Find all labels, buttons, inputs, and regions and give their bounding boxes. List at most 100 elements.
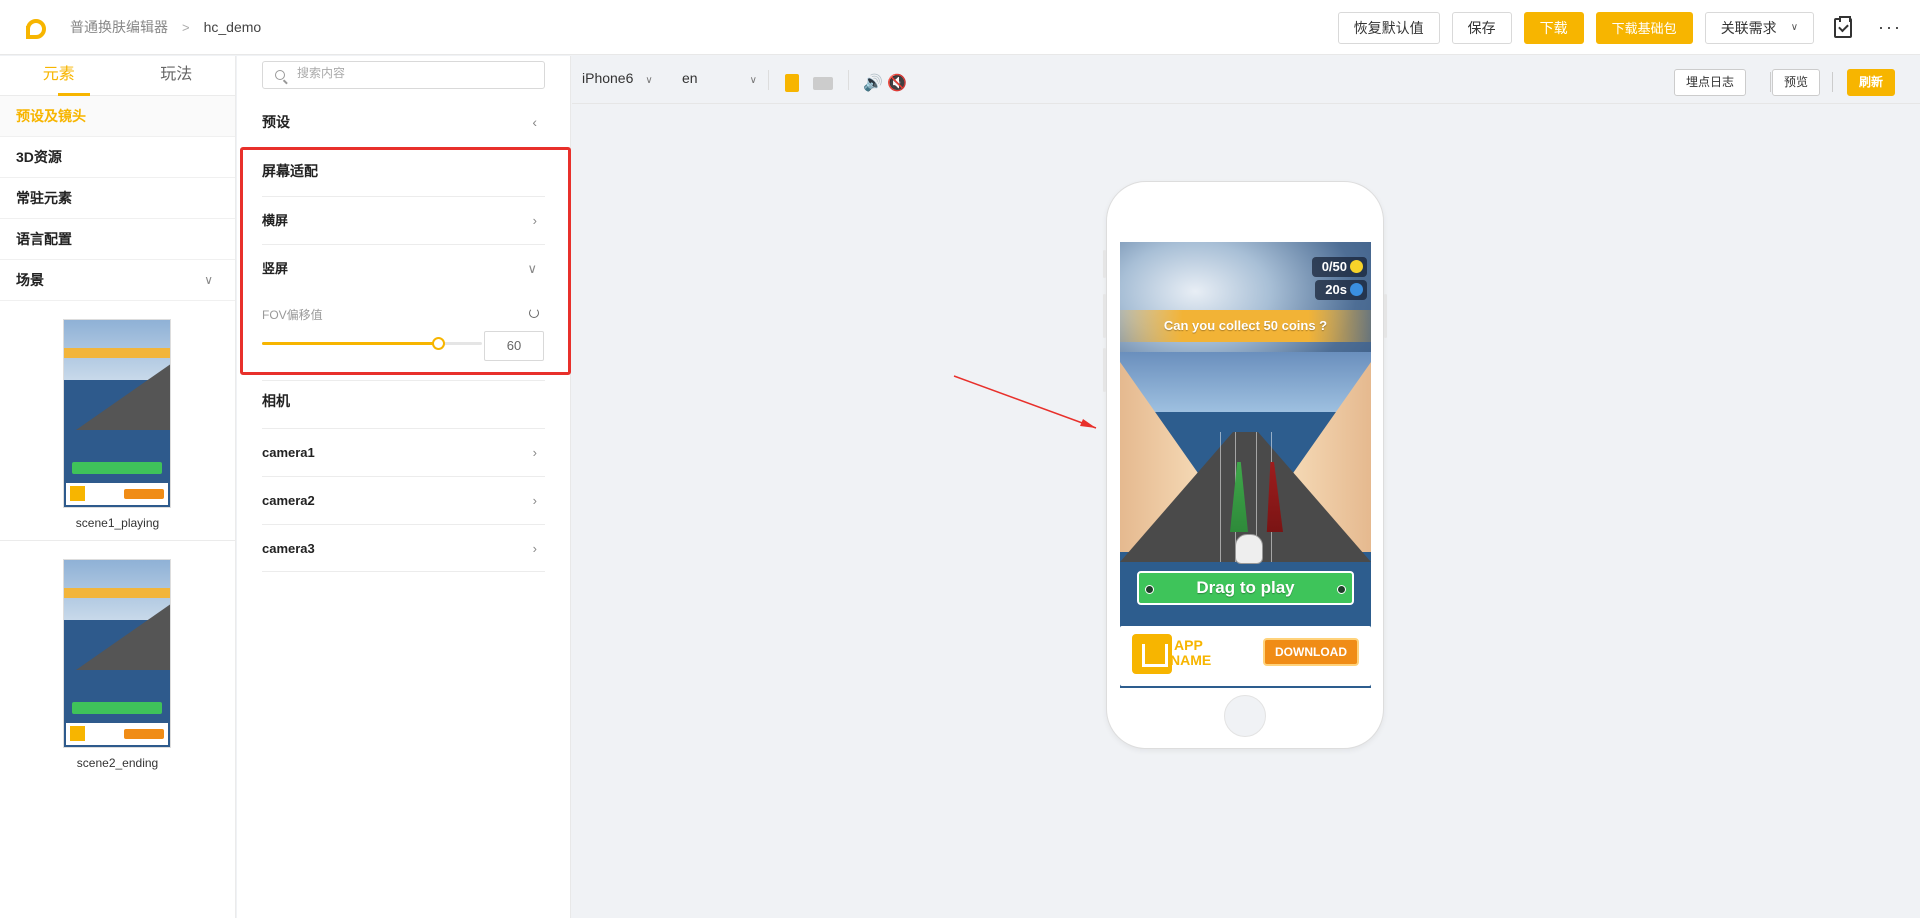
row-camera1[interactable]: camera1 › [262, 428, 545, 476]
chevron-down-icon: ∨ [1790, 22, 1799, 33]
download-base-package-button[interactable]: 下载基础包 [1595, 11, 1693, 44]
section-screen-adapt-title: 屏幕适配 [262, 163, 318, 179]
row-landscape-label: 横屏 [262, 213, 289, 228]
question-banner: Can you collect 50 coins ? [1120, 310, 1371, 342]
download-app-button[interactable]: DOWNLOAD [1263, 638, 1359, 666]
fov-value-input[interactable]: 60 [484, 331, 544, 361]
chevron-down-icon: ∨ [204, 273, 213, 287]
row-camera2[interactable]: camera2 › [262, 476, 545, 524]
divider [1770, 72, 1771, 92]
chevron-right-icon: › [532, 445, 537, 460]
timer-value: 20s [1325, 282, 1347, 297]
section-preset[interactable]: 预设 ‹ [262, 102, 545, 142]
coin-counter: 0/50 [1311, 257, 1367, 277]
tracking-log-button[interactable]: 埋点日志 [1674, 69, 1747, 96]
app-logo-icon[interactable] [24, 18, 46, 39]
scene-label: scene1_playing [75, 516, 160, 530]
fov-label: FOV偏移值 [262, 308, 323, 322]
clipboard-check-icon[interactable] [1834, 15, 1853, 38]
preview-toolbar: iPhone6 ∨ en ∨ 🔊 🔇 埋点日志 预览 刷新 [572, 56, 1920, 104]
tab-gameplay[interactable]: 玩法 [118, 56, 236, 95]
chevron-right-icon: › [532, 213, 537, 228]
app-name-line2: NAME [1170, 652, 1212, 668]
fov-slider-fill [262, 342, 438, 345]
breadcrumb-current: hc_demo [203, 19, 262, 35]
device-select[interactable]: iPhone6 ∨ [582, 70, 653, 86]
section-screen-adapt: 屏幕适配 [262, 151, 545, 191]
row-camera3[interactable]: camera3 › [262, 524, 545, 572]
lane-line [1220, 432, 1221, 562]
chevron-down-icon: ∨ [645, 75, 653, 86]
chevron-right-icon: › [532, 541, 537, 556]
landscape-orientation-icon[interactable] [813, 77, 833, 90]
nav-item-scenes-label: 场景 [16, 272, 44, 288]
nav-item-scenes[interactable]: 场景 ∨ [0, 260, 235, 301]
camera-label: camera2 [262, 493, 315, 508]
row-portrait-label: 竖屏 [262, 261, 289, 276]
refresh-button[interactable]: 刷新 [1847, 69, 1896, 96]
row-portrait[interactable]: 竖屏 ∨ [262, 244, 545, 292]
game-screen[interactable]: 0/50 20s Can you collect 50 coins ? Drag… [1120, 242, 1371, 688]
tab-elements[interactable]: 元素 [0, 56, 118, 96]
search-box[interactable] [262, 61, 545, 89]
sound-off-icon[interactable]: 🔇 [887, 73, 907, 93]
reset-icon[interactable] [529, 308, 539, 318]
chevron-left-icon: ‹ [532, 114, 537, 130]
fov-slider[interactable] [262, 337, 482, 350]
coin-icon [1350, 260, 1363, 273]
property-panel: 预设 ‹ 屏幕适配 横屏 › 竖屏 ∨ FOV偏移值 60 相机 camera1… [237, 56, 571, 918]
nav-item-3d-resources[interactable]: 3D资源 [0, 137, 235, 178]
related-requirements-dropdown[interactable]: 关联需求 ∨ [1704, 11, 1815, 44]
top-bar: 普通换肤编辑器 > hc_demo 恢复默认值 保存 下载 下载基础包 关联需求… [0, 0, 1920, 55]
home-button [1224, 695, 1266, 737]
top-actions: 恢复默认值 保存 下载 下载基础包 关联需求 ∨ ··· [1326, 0, 1920, 55]
nav-item-presets-camera[interactable]: 预设及镜头 [0, 96, 235, 137]
phone-frame: 0/50 20s Can you collect 50 coins ? Drag… [1103, 181, 1387, 749]
preview-button[interactable]: 预览 [1772, 69, 1821, 96]
breadcrumb-root[interactable]: 普通换肤编辑器 [70, 17, 168, 37]
scene-thumbnail [63, 559, 171, 748]
related-requirements-label: 关联需求 [1720, 19, 1777, 36]
portrait-orientation-icon[interactable] [785, 74, 799, 92]
drag-to-play-button[interactable]: Drag to play [1137, 571, 1354, 605]
fov-slider-handle[interactable] [432, 337, 445, 350]
device-select-value: iPhone6 [582, 70, 634, 86]
search-input[interactable] [297, 66, 517, 80]
drag-to-play-label: Drag to play [1196, 578, 1295, 597]
sound-on-icon[interactable]: 🔊 [863, 73, 883, 93]
row-landscape[interactable]: 横屏 › [262, 196, 545, 244]
nav-item-persistent-elements[interactable]: 常驻元素 [0, 178, 235, 219]
more-icon[interactable]: ··· [1878, 17, 1902, 38]
nav-item-language-config[interactable]: 语言配置 [0, 219, 235, 260]
scene-thumbnail [63, 319, 171, 508]
chevron-right-icon: › [532, 493, 537, 508]
section-preset-title: 预设 [262, 114, 290, 130]
scene-label: scene2_ending [76, 756, 159, 770]
clock-icon [1350, 283, 1363, 296]
chevron-down-icon: ∨ [527, 261, 537, 276]
camera-label: camera3 [262, 541, 315, 556]
timer: 20s [1315, 280, 1367, 300]
search-icon [275, 70, 285, 80]
scene-card-1[interactable]: scene1_playing [0, 301, 235, 541]
app-name: APP NAME [1170, 638, 1211, 668]
divider [768, 70, 769, 90]
hand-pointer-icon [1235, 534, 1263, 564]
annotation-arrow [953, 375, 1097, 429]
section-camera-title: 相机 [262, 393, 290, 409]
ad-banner: APP NAME DOWNLOAD [1120, 626, 1371, 686]
app-name-line1: APP [1174, 637, 1203, 653]
section-camera: 相机 [262, 380, 545, 420]
save-button[interactable]: 保存 [1451, 11, 1512, 44]
left-panel: 元素 玩法 预设及镜头 3D资源 常驻元素 语言配置 场景 ∨ scene1_p… [0, 56, 236, 918]
left-tabs: 元素 玩法 [0, 56, 235, 96]
chevron-down-icon: ∨ [749, 75, 757, 86]
camera-label: camera1 [262, 445, 315, 460]
coin-counter-value: 0/50 [1321, 259, 1347, 274]
language-select[interactable]: en ∨ [682, 70, 757, 86]
breadcrumb-separator-icon: > [182, 19, 190, 35]
restore-default-button[interactable]: 恢复默认值 [1337, 11, 1440, 44]
download-button[interactable]: 下载 [1523, 11, 1584, 44]
language-select-value: en [682, 70, 698, 86]
scene-card-2[interactable]: scene2_ending [0, 541, 235, 781]
